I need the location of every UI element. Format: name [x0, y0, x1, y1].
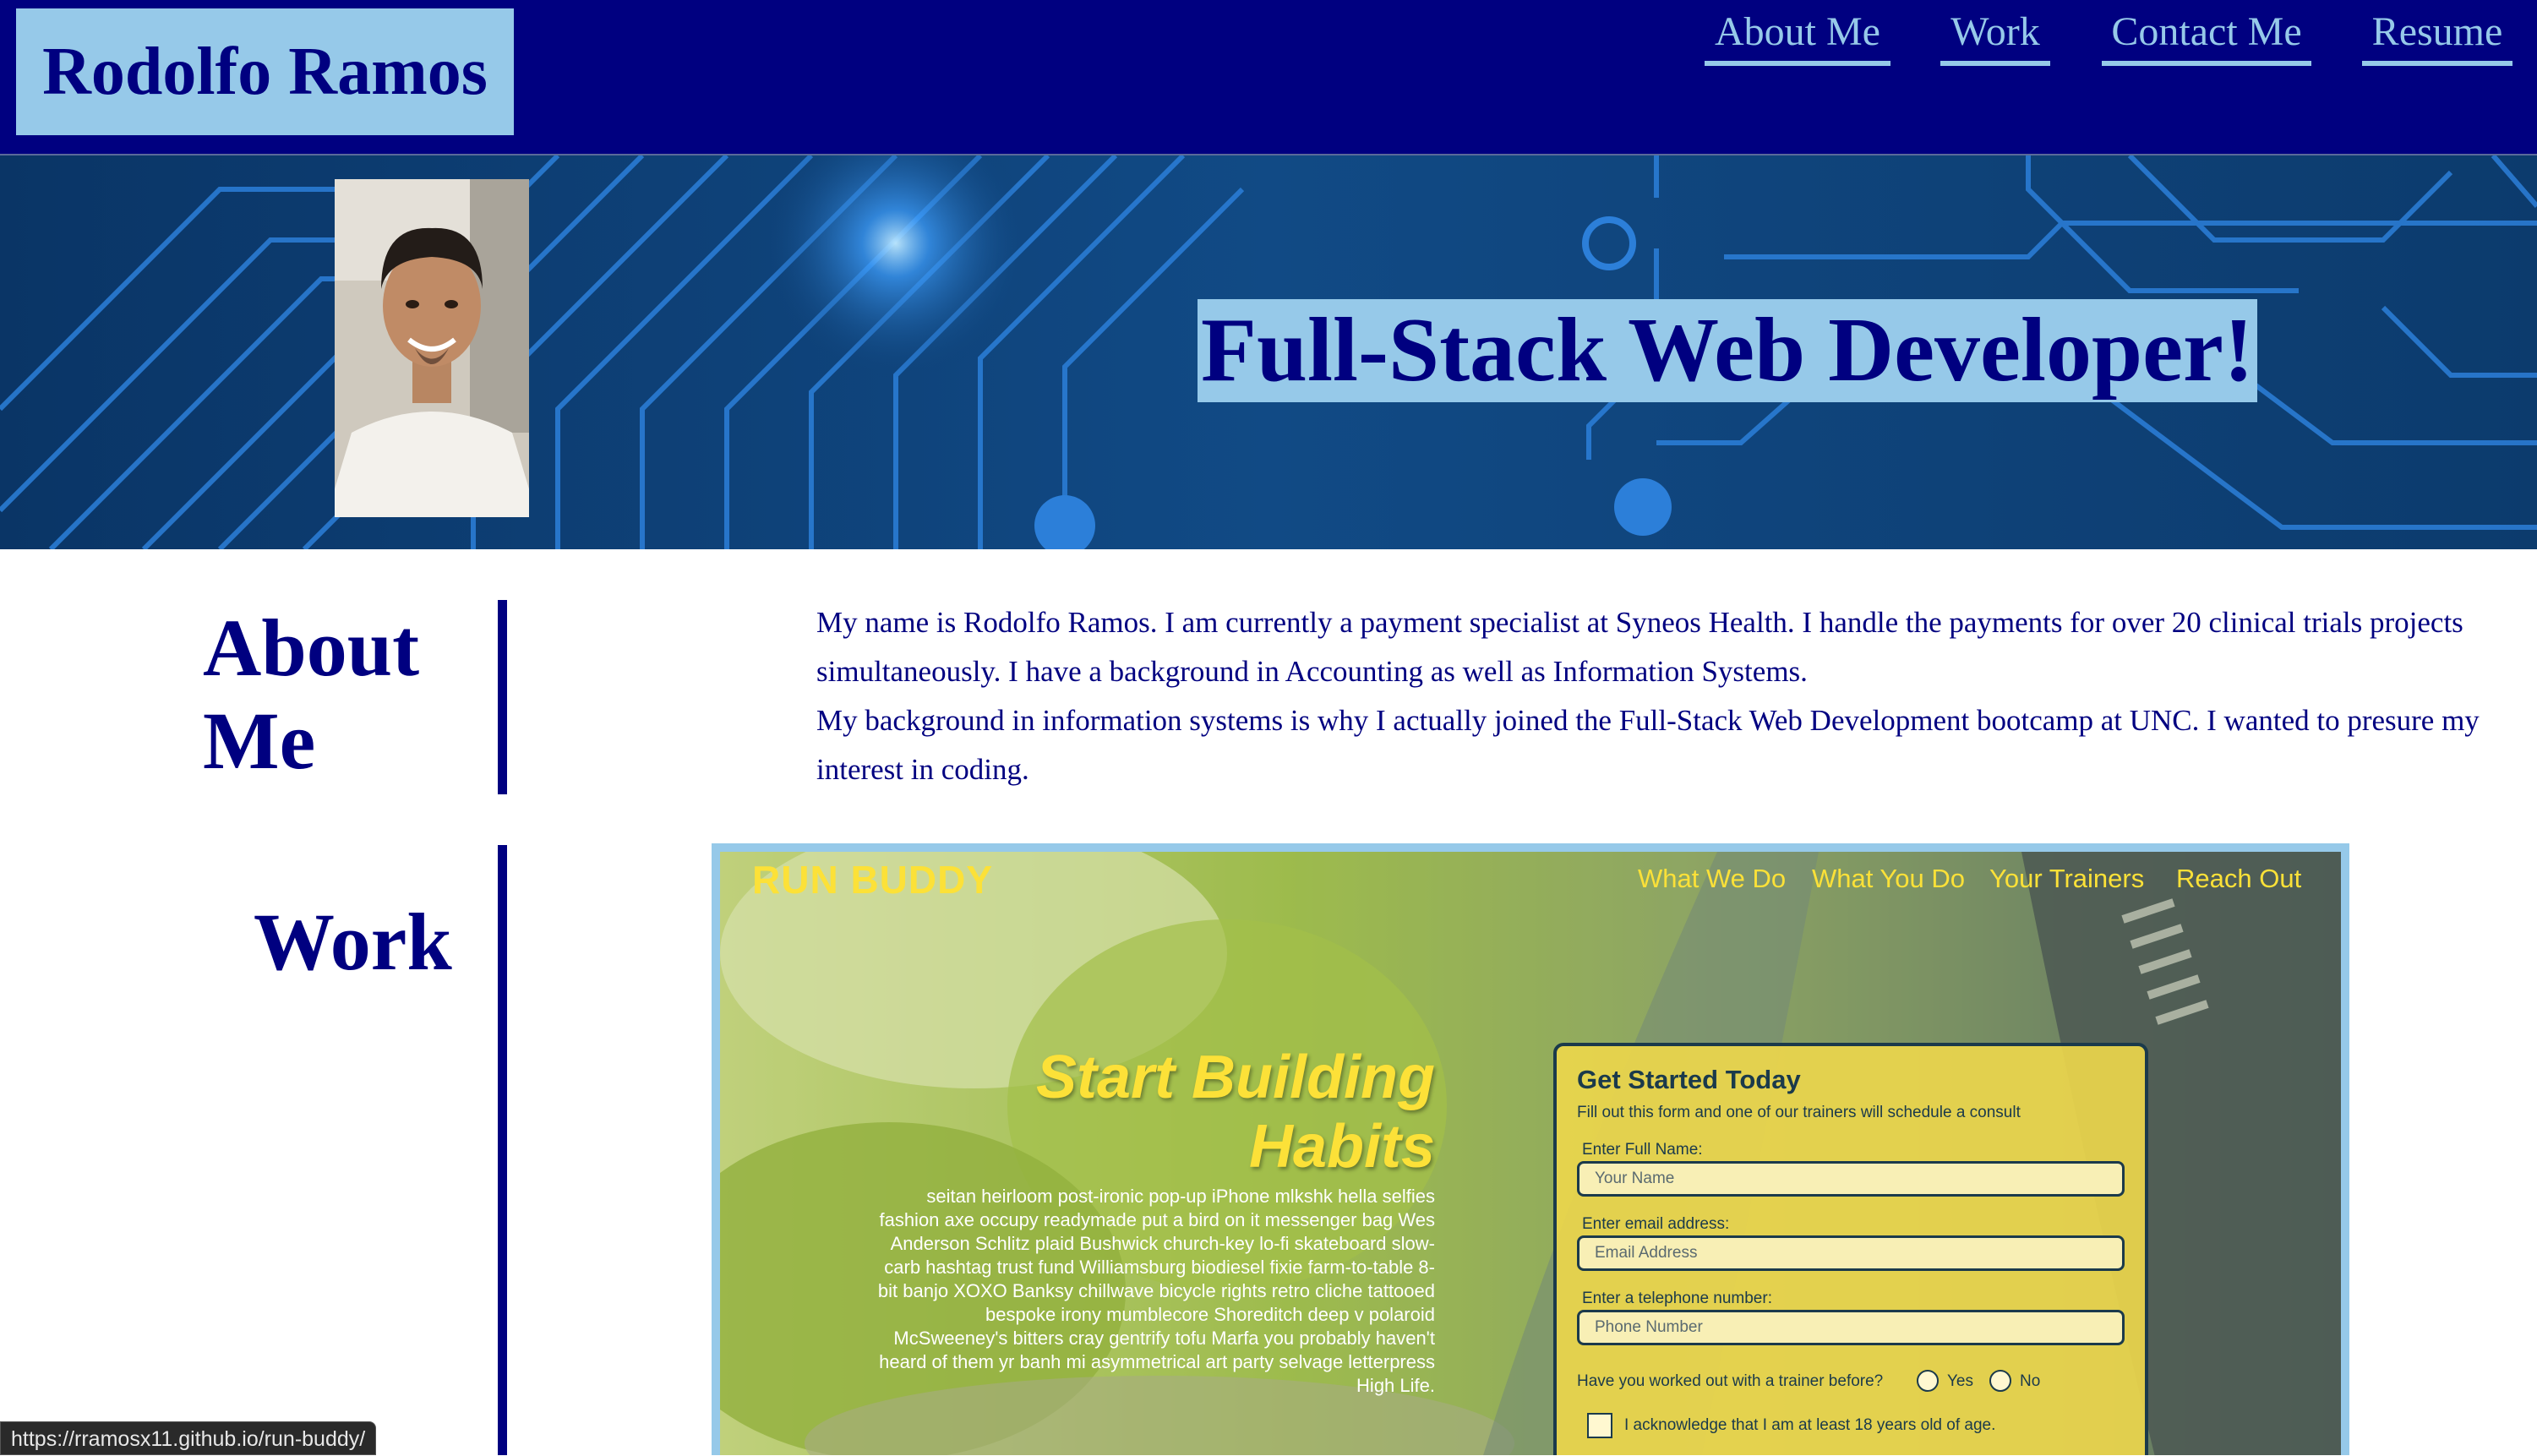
- project-run-buddy-link[interactable]: RUN BUDDY What We Do What You Do Your Tr…: [712, 843, 2349, 1455]
- phone-input[interactable]: [1577, 1310, 2125, 1345]
- site-header: Rodolfo Ramos About Me Work Contact Me R…: [0, 0, 2537, 155]
- site-name[interactable]: Rodolfo Ramos: [16, 8, 514, 135]
- nav-work[interactable]: Work: [1940, 7, 2050, 66]
- portrait-photo: [335, 179, 529, 517]
- project-hero-title: Start Building Habits: [843, 1043, 1435, 1181]
- email-label: Enter email address:: [1582, 1215, 1730, 1233]
- trainer-question: Have you worked out with a trainer befor…: [1577, 1372, 1884, 1390]
- about-divider: [498, 600, 507, 794]
- project-nav-your-trainers: Your Trainers: [1989, 864, 2145, 893]
- trainer-no-label: No: [2020, 1372, 2041, 1390]
- project-hero-title-line-1: Start Building: [1036, 1044, 1435, 1111]
- about-heading-text: About Me: [203, 603, 420, 786]
- nav-about-me[interactable]: About Me: [1705, 7, 1890, 66]
- form-subtitle: Fill out this form and one of our traine…: [1577, 1104, 2021, 1121]
- trainer-no-radio[interactable]: [1989, 1370, 2011, 1392]
- project-nav-reach-out: Reach Out: [2176, 864, 2302, 893]
- project-hero-title-line-2: Habits: [1248, 1113, 1435, 1181]
- trainer-yes-label: Yes: [1947, 1372, 1973, 1390]
- full-name-input[interactable]: [1577, 1161, 2125, 1197]
- about-paragraph-2: My background in information systems is …: [816, 704, 2480, 786]
- about-text: My name is Rodolfo Ramos. I am currently…: [816, 598, 2507, 794]
- form-title: Get Started Today: [1577, 1065, 1801, 1094]
- email-input[interactable]: [1577, 1235, 2125, 1271]
- work-divider: [498, 845, 507, 1455]
- trainer-yes-radio[interactable]: [1917, 1370, 1939, 1392]
- age-acknowledge-checkbox[interactable]: [1587, 1413, 1612, 1438]
- project-nav-what-we-do: What We Do: [1638, 864, 1787, 893]
- about-paragraph-1: My name is Rodolfo Ramos. I am currently…: [816, 606, 2463, 688]
- hero-tagline: Full-Stack Web Developer!: [1198, 299, 2257, 402]
- full-name-label: Enter Full Name:: [1582, 1141, 1703, 1159]
- phone-label: Enter a telephone number:: [1582, 1290, 1772, 1307]
- work-heading-text: Work: [254, 897, 452, 987]
- project-brand: RUN BUDDY: [752, 858, 993, 902]
- nav-contact-me[interactable]: Contact Me: [2102, 7, 2311, 66]
- work-heading: Work: [254, 896, 452, 989]
- project-hero-body: seitan heirloom post-ironic pop-up iPhon…: [877, 1186, 1435, 1396]
- age-acknowledge-label: I acknowledge that I am at least 18 year…: [1624, 1416, 1996, 1434]
- about-heading: About Me: [203, 602, 456, 788]
- project-signup-form: Get Started Today Fill out this form and…: [1553, 1043, 2148, 1455]
- link-status-bar: https://rramosx11.github.io/run-buddy/: [0, 1421, 377, 1455]
- project-nav-what-you-do: What You Do: [1812, 864, 1965, 893]
- nav-resume[interactable]: Resume: [2362, 7, 2512, 66]
